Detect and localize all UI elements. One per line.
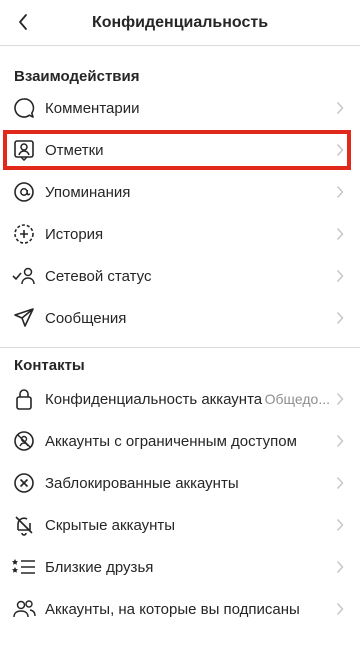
- chevron-right-icon: [336, 602, 344, 616]
- row-story[interactable]: История: [0, 213, 360, 255]
- section-title-contacts: Контакты: [0, 348, 360, 374]
- row-close-friends-label: Близкие друзья: [45, 558, 154, 576]
- restricted-icon: [12, 429, 36, 453]
- chevron-right-icon: [336, 434, 344, 448]
- row-messages-label: Сообщения: [45, 309, 127, 327]
- row-blocked-label: Заблокированные аккаунты: [45, 474, 239, 492]
- at-sign-icon: [12, 180, 36, 204]
- section-title-interactions: Взаимодействия: [0, 46, 360, 85]
- chevron-right-icon: [336, 185, 344, 199]
- row-blocked[interactable]: Заблокированные аккаунты: [0, 462, 360, 504]
- comment-icon: [12, 96, 36, 120]
- section-title-interactions-text: Взаимодействия: [14, 68, 140, 85]
- chevron-right-icon: [336, 101, 344, 115]
- page-title: Конфиденциальность: [91, 13, 269, 31]
- chevron-right-icon: [336, 269, 344, 283]
- row-muted-label: Скрытые аккаунты: [45, 516, 176, 534]
- chevron-left-icon: [19, 14, 27, 30]
- row-story-label: История: [45, 225, 104, 243]
- row-restricted-label: Аккаунты с ограниченным доступом: [45, 432, 297, 450]
- chevron-right-icon: [336, 311, 344, 325]
- activity-status-icon: [12, 264, 36, 288]
- row-tags[interactable]: Отметки: [0, 129, 360, 171]
- row-comments-label: Комментарии: [45, 99, 140, 117]
- blocked-icon: [12, 471, 36, 495]
- row-mentions[interactable]: Упоминания: [0, 171, 360, 213]
- account-privacy-value: Общедо...: [264, 391, 330, 407]
- muted-bell-icon: [12, 513, 36, 537]
- row-activity-status[interactable]: Сетевой статус: [0, 255, 360, 297]
- section-title-contacts-text: Контакты: [14, 357, 85, 374]
- row-restricted[interactable]: Аккаунты с ограниченным доступом: [0, 420, 360, 462]
- chevron-right-icon: [336, 392, 344, 406]
- tag-person-icon: [12, 138, 36, 162]
- chevron-right-icon: [336, 560, 344, 574]
- row-activity-status-label: Сетевой статус: [45, 267, 152, 285]
- section-divider: [0, 339, 360, 348]
- chevron-right-icon: [336, 143, 344, 157]
- row-comments[interactable]: Комментарии: [0, 87, 360, 129]
- story-plus-icon: [12, 222, 36, 246]
- chevron-right-icon: [336, 518, 344, 532]
- row-account-privacy-label: Конфиденциальность аккаунта: [45, 390, 263, 408]
- back-button[interactable]: [10, 8, 36, 36]
- row-following[interactable]: Аккаунты, на которые вы подписаны: [0, 588, 360, 630]
- row-tags-label: Отметки: [45, 141, 104, 159]
- row-messages[interactable]: Сообщения: [0, 297, 360, 339]
- row-mentions-label: Упоминания: [45, 183, 131, 201]
- chevron-right-icon: [336, 227, 344, 241]
- row-muted[interactable]: Скрытые аккаунты: [0, 504, 360, 546]
- send-icon: [12, 306, 36, 330]
- row-following-label: Аккаунты, на которые вы подписаны: [45, 600, 300, 618]
- lock-icon: [12, 387, 36, 411]
- close-friends-icon: [12, 555, 36, 579]
- chevron-right-icon: [336, 476, 344, 490]
- following-icon: [12, 597, 36, 621]
- row-close-friends[interactable]: Близкие друзья: [0, 546, 360, 588]
- row-account-privacy[interactable]: Конфиденциальность аккаунта Общедо...: [0, 378, 360, 420]
- top-bar: Конфиденциальность: [0, 0, 360, 46]
